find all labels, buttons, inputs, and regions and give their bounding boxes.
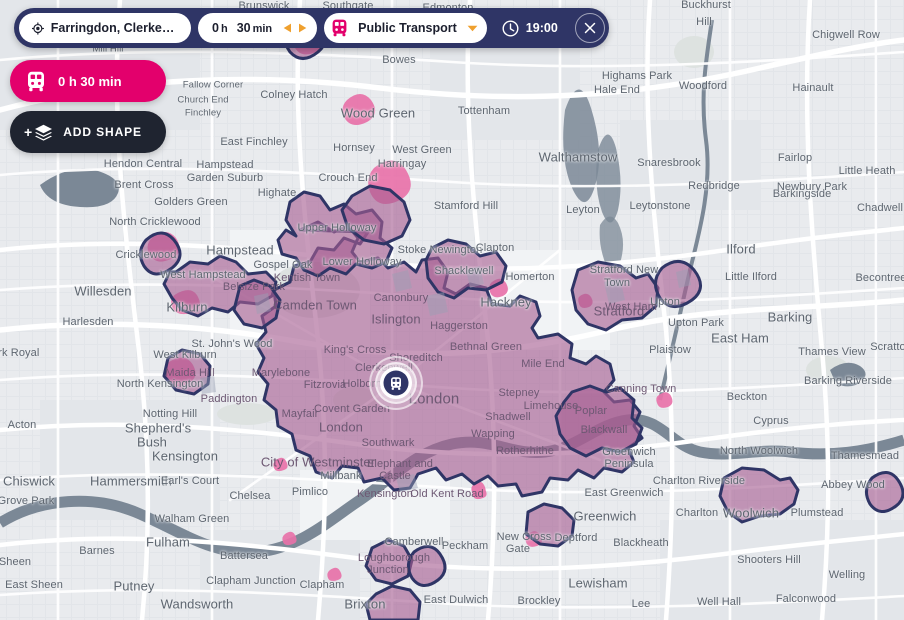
arrow-left-icon [283, 23, 292, 33]
travel-time-map-app: BrunswickSouthgateBuckhurstHillEdmontonB… [0, 0, 904, 620]
departure-time[interactable]: 19:00 [494, 19, 567, 37]
shape-panel: 0 h 30 min + ADD SHAPE [10, 60, 166, 153]
duration-arrows [283, 23, 307, 33]
chevron-down-icon[interactable] [467, 25, 478, 32]
marker-core [383, 370, 409, 396]
layers-icon [35, 124, 53, 141]
arrow-right-icon [299, 23, 307, 33]
origin-marker[interactable] [369, 356, 423, 410]
clock-icon [502, 19, 519, 37]
train-icon [332, 19, 347, 37]
duration-stepper[interactable]: 0 h 30 min [198, 13, 318, 43]
location-value: Farringdon, Clerkenw… [50, 21, 178, 35]
add-shape-button[interactable]: + ADD SHAPE [10, 111, 166, 153]
close-icon [584, 22, 596, 34]
duration-increase-button[interactable] [298, 23, 307, 33]
duration-minutes-unit: min [252, 23, 273, 35]
train-icon [391, 376, 401, 390]
shape-chip-0h30min[interactable]: 0 h 30 min [10, 60, 166, 102]
train-icon [28, 71, 44, 91]
departure-time-value: 19:00 [525, 21, 558, 35]
shape-chip-label: 0 h 30 min [58, 73, 122, 89]
close-button[interactable] [574, 13, 605, 43]
target-pin-icon [32, 21, 44, 35]
location-input[interactable]: Farringdon, Clerkenw… [19, 13, 191, 43]
search-toolbar: Farringdon, Clerkenw… 0 h 30 min Public … [14, 8, 609, 48]
duration-hours-unit: h [220, 23, 228, 35]
transport-mode-select[interactable]: Public Transport [324, 13, 487, 43]
plus-sign: + [24, 124, 33, 140]
duration-values: 0 h 30 min [212, 21, 272, 35]
duration-minutes-value: 30 [236, 21, 251, 35]
duration-hours-value: 0 [212, 21, 219, 35]
duration-decrease-button[interactable] [283, 23, 292, 33]
duration-hours: 0 h [212, 21, 228, 35]
duration-minutes: 30 min [237, 21, 272, 35]
add-shape-icons: + [24, 124, 53, 141]
transport-mode-label: Public Transport [358, 21, 457, 35]
add-shape-label: ADD SHAPE [63, 125, 142, 139]
